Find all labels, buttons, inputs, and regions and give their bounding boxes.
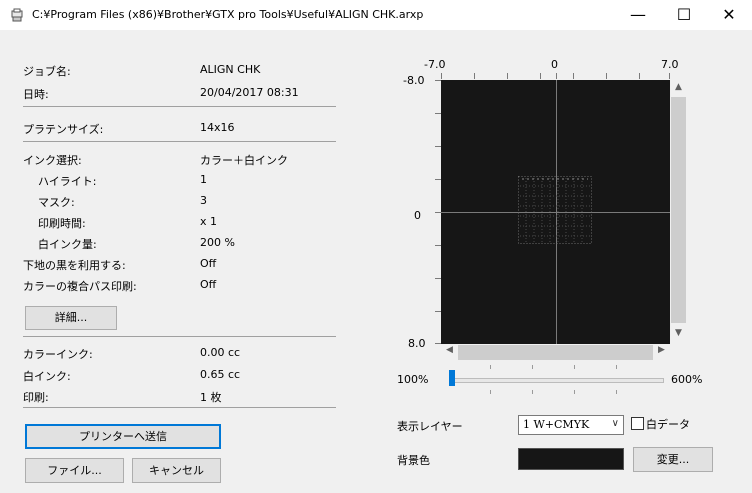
zoom-max-label: 600% bbox=[671, 373, 703, 386]
x-tick-label: -7.0 bbox=[424, 58, 446, 71]
black-base-label: 下地の黒を利用する: bbox=[23, 259, 126, 272]
slider-tick bbox=[532, 365, 533, 369]
file-button[interactable]: ファイル... bbox=[25, 458, 124, 483]
title-bar: C:¥Program Files (x86)¥Brother¥GTX pro T… bbox=[0, 0, 752, 30]
color-ink-label: カラーインク: bbox=[23, 348, 93, 361]
y-tick-label: 0 bbox=[414, 209, 421, 222]
divider bbox=[23, 106, 336, 107]
slider-tick bbox=[490, 365, 491, 369]
display-layer-value: 1 W+CMYK bbox=[523, 418, 590, 431]
color-ink-value: 0.00 cc bbox=[200, 346, 241, 359]
white-ink-cc-label: 白インク: bbox=[23, 370, 71, 383]
ruler-tick bbox=[556, 73, 557, 79]
black-base-value: Off bbox=[200, 257, 217, 270]
change-color-button[interactable]: 変更... bbox=[633, 447, 713, 472]
highlight-label: ハイライト: bbox=[38, 175, 97, 188]
slider-tick bbox=[574, 390, 575, 394]
y-tick-label: 8.0 bbox=[408, 337, 426, 350]
mask-value: 3 bbox=[200, 194, 207, 207]
platen-size-label: プラテンサイズ: bbox=[23, 123, 104, 136]
zoom-min-label: 100% bbox=[397, 373, 429, 386]
white-data-label: 白データ bbox=[646, 418, 690, 431]
minimize-button[interactable]: — bbox=[615, 0, 661, 30]
multipass-value: Off bbox=[200, 278, 217, 291]
display-layer-label: 表示レイヤー bbox=[397, 420, 463, 433]
send-to-printer-button[interactable]: プリンターへ送信 bbox=[25, 424, 221, 449]
print-time-label: 印刷時間: bbox=[38, 217, 86, 230]
slider-tick bbox=[616, 365, 617, 369]
print-time-value: x 1 bbox=[200, 215, 218, 228]
ruler-tick bbox=[573, 73, 574, 79]
chevron-right-icon[interactable]: ▶ bbox=[653, 345, 670, 355]
platen-size-value: 14x16 bbox=[200, 121, 235, 134]
slider-tick bbox=[490, 390, 491, 394]
white-ink-cc-value: 0.65 cc bbox=[200, 368, 241, 381]
y-tick-label: -8.0 bbox=[403, 74, 425, 87]
x-tick-label: 0 bbox=[551, 58, 558, 71]
vertical-scrollbar[interactable]: ▲ ▼ bbox=[670, 80, 687, 344]
display-layer-select[interactable]: 1 W+CMYK ∨ bbox=[518, 415, 624, 435]
highlight-value: 1 bbox=[200, 173, 207, 186]
background-color-label: 背景色 bbox=[397, 454, 430, 467]
background-color-swatch bbox=[518, 448, 624, 470]
window-title: C:¥Program Files (x86)¥Brother¥GTX pro T… bbox=[32, 8, 424, 21]
job-name-value: ALIGN CHK bbox=[200, 63, 261, 76]
mask-label: マスク: bbox=[38, 196, 75, 209]
divider bbox=[23, 336, 336, 337]
close-button[interactable]: ✕ bbox=[706, 0, 752, 30]
white-ink-amount-label: 白インク量: bbox=[38, 238, 97, 251]
prints-value: 1 枚 bbox=[200, 391, 222, 404]
white-data-checkbox[interactable] bbox=[631, 417, 644, 430]
slider-tick bbox=[574, 365, 575, 369]
app-icon bbox=[11, 8, 23, 22]
slider-tick bbox=[616, 390, 617, 394]
cancel-button[interactable]: キャンセル bbox=[132, 458, 221, 483]
chevron-down-icon: ∨ bbox=[611, 418, 619, 429]
zoom-slider-thumb[interactable] bbox=[449, 370, 455, 386]
chevron-left-icon[interactable]: ◀ bbox=[441, 345, 458, 355]
slider-tick bbox=[532, 390, 533, 394]
x-tick-label: 7.0 bbox=[661, 58, 679, 71]
date-value: 20/04/2017 08:31 bbox=[200, 86, 299, 99]
ruler-tick bbox=[540, 73, 541, 79]
scrollbar-thumb[interactable] bbox=[458, 345, 653, 360]
divider bbox=[23, 407, 336, 408]
job-name-label: ジョブ名: bbox=[23, 65, 71, 78]
zoom-slider[interactable] bbox=[452, 378, 664, 383]
horizontal-scrollbar[interactable]: ◀ ▶ bbox=[441, 344, 670, 361]
ruler-tick bbox=[639, 73, 640, 79]
date-label: 日時: bbox=[23, 88, 49, 101]
ink-selection-label: インク選択: bbox=[23, 154, 82, 167]
chevron-up-icon[interactable]: ▲ bbox=[670, 82, 687, 92]
alignment-check-pattern bbox=[518, 176, 592, 244]
white-ink-amount-value: 200 % bbox=[200, 236, 235, 249]
prints-label: 印刷: bbox=[23, 391, 49, 404]
ruler-tick bbox=[507, 73, 508, 79]
scrollbar-thumb[interactable] bbox=[671, 97, 686, 323]
details-button[interactable]: 詳細... bbox=[25, 306, 117, 330]
chevron-down-icon[interactable]: ▼ bbox=[670, 328, 687, 338]
ruler-tick bbox=[669, 73, 670, 79]
maximize-button[interactable]: ☐ bbox=[661, 0, 707, 30]
ruler-tick bbox=[441, 73, 442, 79]
divider bbox=[23, 141, 336, 142]
ruler-tick bbox=[474, 73, 475, 79]
ink-selection-value: カラー＋白インク bbox=[200, 154, 288, 167]
ruler-tick bbox=[606, 73, 607, 79]
multipass-label: カラーの複合パス印刷: bbox=[23, 280, 137, 293]
